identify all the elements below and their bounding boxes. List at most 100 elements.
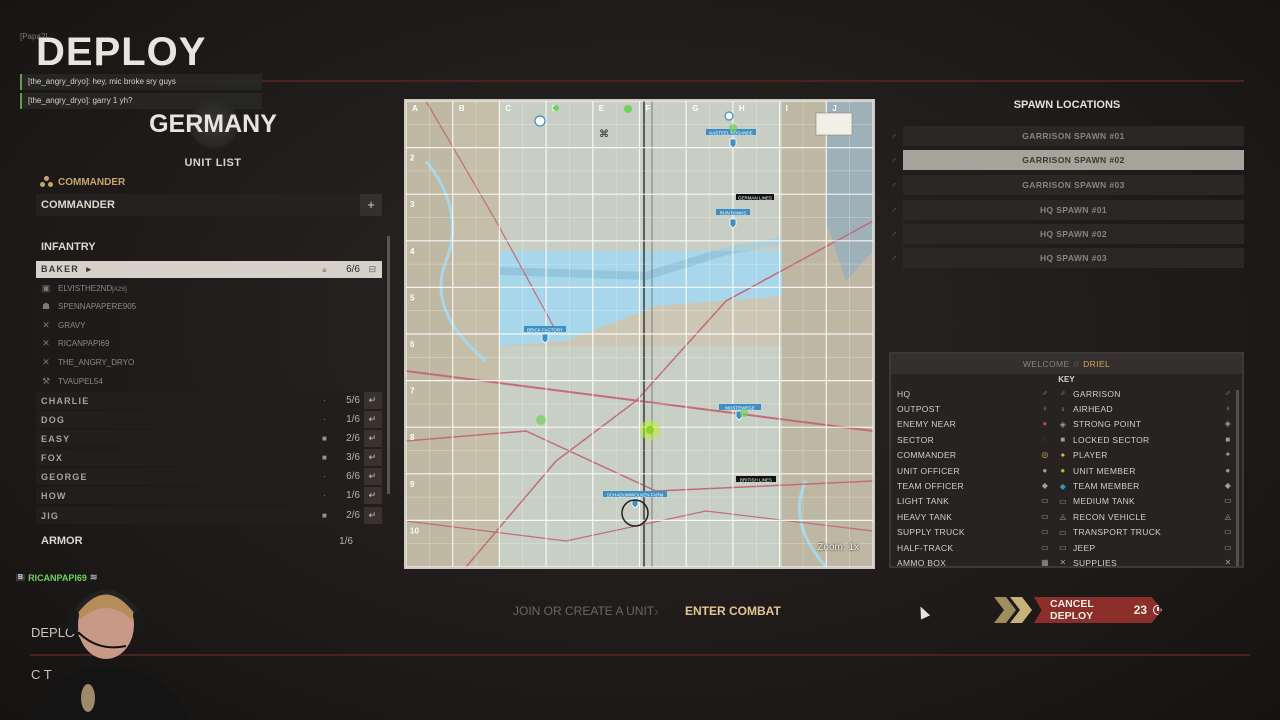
- unit-member[interactable]: ✕ GRAVY: [36, 317, 382, 334]
- tactical-map[interactable]: ABCDEFGHIJ2345678910 GERMAN LINES BRITIS…: [404, 99, 875, 569]
- legend-label: HALF-TRACK: [897, 542, 954, 553]
- legend-row: OUTPOST ♀ ♀ AIRHEAD ♀: [897, 401, 1234, 416]
- step-join-unit[interactable]: JOIN OR CREATE A UNIT: [513, 604, 654, 618]
- zoom-level: Zoom: 1x: [817, 542, 859, 553]
- lock-icon: ·: [323, 472, 327, 481]
- page-title: DEPLOY: [36, 30, 207, 74]
- legend-symbol-icon: ■: [1042, 434, 1048, 444]
- spawn-hq-03[interactable]: HQ SPAWN #03: [903, 248, 1244, 268]
- legend-symbol-icon: ●: [1225, 465, 1231, 475]
- legend-label: RECON VEHICLE: [1073, 511, 1147, 522]
- unit-row-charlie[interactable]: CHARLIE · 5/6 ↵: [36, 392, 382, 409]
- member-name: THE_ANGRY_DRYO: [58, 358, 135, 367]
- unit-row-how[interactable]: HOW · 1/6 ↵: [36, 487, 382, 504]
- legend-symbol-icon: ◆: [1224, 481, 1232, 491]
- unit-row-easy[interactable]: EASY ■ 2/6 ↵: [36, 430, 382, 447]
- join-unit-button[interactable]: ↵: [364, 430, 382, 447]
- grid-row-label: 9: [410, 480, 415, 489]
- step-enter-combat[interactable]: ENTER COMBAT: [685, 604, 781, 618]
- member-name: RICANPAPI69: [58, 339, 110, 348]
- spawn-garrison-03[interactable]: GARRISON SPAWN #03: [903, 175, 1244, 195]
- unit-row-jig[interactable]: JIG ■ 2/6 ↵: [36, 507, 382, 524]
- unit-row-baker[interactable]: BAKER ▸ 🔒︎ 6/6 ⊟: [36, 261, 382, 278]
- map-canvas: ABCDEFGHIJ2345678910 GERMAN LINES BRITIS…: [406, 101, 873, 567]
- legend-label: AIRHEAD: [1073, 404, 1113, 415]
- unit-row-george[interactable]: GEORGE · 6/6 ↵: [36, 468, 382, 485]
- legend-left-entry: HQ ♂: [897, 389, 1057, 399]
- unit-member[interactable]: ✕ THE_ANGRY_DRYO: [36, 354, 382, 371]
- legend-symbol-icon: ◈: [1224, 419, 1232, 429]
- unit-row-fox[interactable]: FOX ■ 3/6 ↵: [36, 449, 382, 466]
- unit-member[interactable]: ⚒ TVAUPEL54: [36, 373, 382, 390]
- spawn-garrison-02[interactable]: GARRISON SPAWN #02: [903, 150, 1244, 170]
- spawn-hq-02[interactable]: HQ SPAWN #02: [903, 224, 1244, 244]
- legend-label: TRANSPORT TRUCK: [1073, 527, 1162, 538]
- legend-right-entry: ✦ PLAYER ✦: [1057, 450, 1234, 460]
- garrison-spawn-icon: ♂: [890, 155, 898, 165]
- unit-member-marker: [729, 124, 737, 132]
- add-commander-button[interactable]: +: [360, 194, 382, 216]
- legend-symbol-icon: ◆: [1041, 481, 1049, 491]
- legend-right-entry: ◬ RECON VEHICLE ◬: [1057, 512, 1234, 522]
- legend-label: SUPPLIES: [1073, 557, 1117, 568]
- welcome-label: WELCOME: [1022, 359, 1070, 369]
- unit-member[interactable]: ▣ ELVISTHE2ND[A2S]: [36, 280, 382, 297]
- cancel-deploy-button[interactable]: CANCEL DEPLOY 23: [1034, 597, 1162, 623]
- leave-unit-icon[interactable]: ⊟: [364, 261, 382, 278]
- medic-role-icon: ☗: [41, 301, 51, 311]
- legend-symbol-icon: ▭: [1041, 496, 1049, 506]
- spawn-hq-01[interactable]: HQ SPAWN #01: [903, 200, 1244, 220]
- legend-symbol-icon: ▭: [1041, 527, 1049, 537]
- join-unit-button[interactable]: ↵: [364, 411, 382, 428]
- hq-spawn-icon: ♂: [890, 229, 898, 239]
- unit-member[interactable]: ✕ RICANPAPI69: [36, 335, 382, 352]
- legend-label: GARRISON: [1073, 388, 1121, 399]
- unit-name: DOG: [41, 414, 66, 425]
- legend-symbol-icon: ▭: [1059, 496, 1067, 506]
- armor-section[interactable]: ARMOR 1/6: [36, 531, 382, 551]
- legend-label: JEEP: [1073, 542, 1096, 553]
- unit-member[interactable]: ☗ SPENNAPAPERE905: [36, 298, 382, 315]
- member-name: TVAUPEL54: [58, 377, 103, 386]
- legend-label: MEDIUM TANK: [1073, 496, 1136, 507]
- unit-row-dog[interactable]: DOG · 1/6 ↵: [36, 411, 382, 428]
- legend-label: LIGHT TANK: [897, 496, 950, 507]
- rijn-banks-label: RIJN BANKS: [720, 211, 747, 216]
- airhead-icon: [724, 111, 734, 121]
- unit-count: 6/6: [346, 264, 360, 275]
- legend-symbol-icon: ▭: [1041, 542, 1049, 552]
- legend-label: TEAM MEMBER: [1073, 481, 1140, 492]
- grid-row-label: 5: [410, 293, 415, 302]
- join-unit-button[interactable]: ↵: [364, 468, 382, 485]
- grid-row-label: 7: [410, 387, 415, 396]
- legend-symbol-icon: ●: [1060, 466, 1066, 476]
- unit-count: 5/6: [346, 395, 360, 406]
- grid-column-label: G: [692, 104, 698, 113]
- join-unit-button[interactable]: ↵: [364, 487, 382, 504]
- legend-symbol-icon: ♂: [1224, 388, 1232, 398]
- legend-symbol-icon: ♀: [1059, 404, 1067, 414]
- unit-member-marker: [553, 105, 559, 111]
- spawn-garrison-01[interactable]: GARRISON SPAWN #01: [903, 126, 1244, 146]
- join-unit-button[interactable]: ↵: [364, 507, 382, 524]
- rifleman-role-icon: ✕: [42, 357, 50, 367]
- unit-count: 3/6: [346, 452, 360, 463]
- legend-right-entry: ◆ TEAM MEMBER ◆: [1057, 481, 1234, 491]
- commander-row[interactable]: COMMANDER +: [36, 194, 382, 216]
- legend-symbol-icon: ■: [1060, 435, 1066, 445]
- chevron-right-icon: ›: [654, 603, 659, 619]
- deploy-chevrons-icon: [994, 597, 1032, 623]
- unit-name: CHARLIE: [41, 395, 90, 406]
- join-unit-button[interactable]: ↵: [364, 449, 382, 466]
- legend-label: TEAM OFFICER: [897, 481, 964, 492]
- rifleman-role-icon: ✕: [42, 320, 50, 330]
- grid-row-label: 6: [410, 340, 415, 349]
- join-unit-button[interactable]: ↵: [364, 392, 382, 409]
- legend-symbol-icon: ◎: [1041, 450, 1049, 460]
- legend-symbol-icon: ♀: [1224, 404, 1232, 414]
- unit-name: GEORGE: [41, 471, 88, 482]
- unit-list-scrollbar[interactable]: [387, 236, 390, 494]
- legend-scrollbar[interactable]: [1236, 390, 1239, 566]
- unit-count: 1/6: [346, 490, 360, 501]
- unit-name: BAKER ▸: [41, 264, 93, 274]
